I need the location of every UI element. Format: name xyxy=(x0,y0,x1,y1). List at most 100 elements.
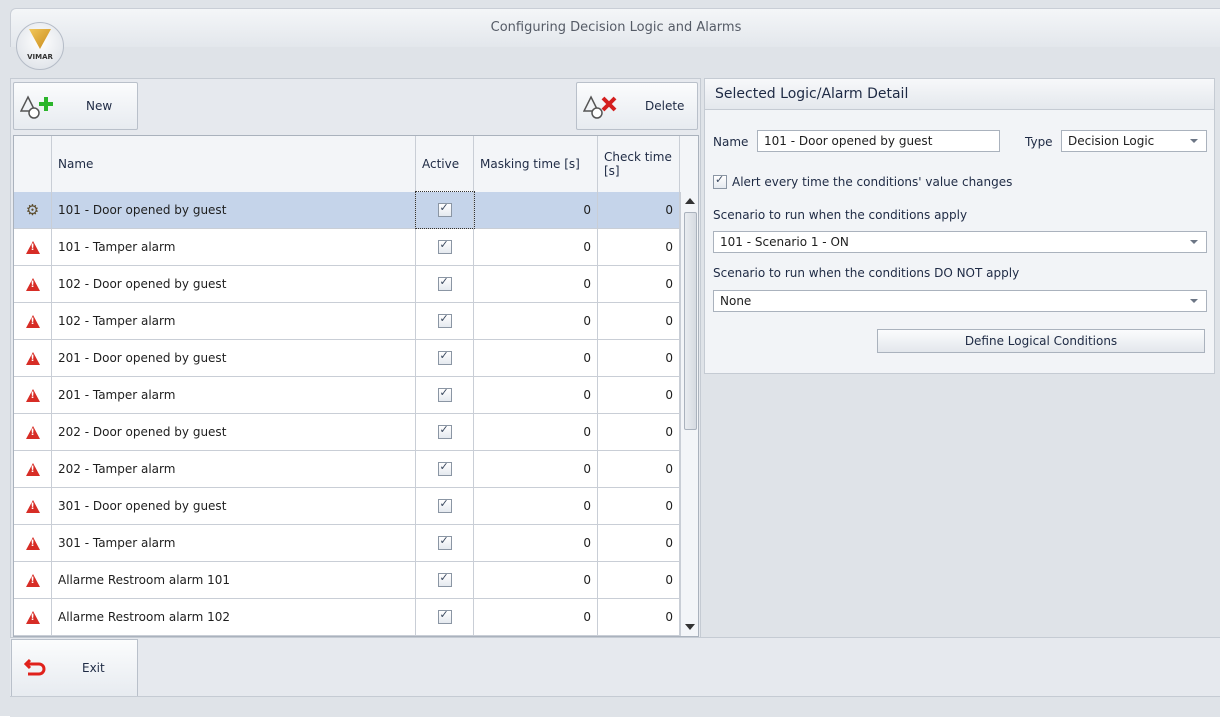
header-name[interactable]: Name xyxy=(52,136,416,192)
logo-text: VIMAR xyxy=(27,53,53,61)
row-masking-time[interactable]: 0 xyxy=(474,340,598,376)
delete-button-label: Delete xyxy=(645,99,685,113)
header-active[interactable]: Active xyxy=(416,136,474,192)
alert-checkbox[interactable] xyxy=(713,173,727,189)
name-field[interactable]: 101 - Door opened by guest xyxy=(757,130,1000,152)
table-row[interactable]: 301 - Tamper alarm 00 xyxy=(14,525,680,562)
row-name: 102 - Tamper alarm xyxy=(52,303,416,339)
row-masking-time[interactable]: 0 xyxy=(474,303,598,339)
exit-button[interactable]: Exit xyxy=(11,639,138,697)
row-name: 102 - Door opened by guest xyxy=(52,266,416,302)
table-row[interactable]: 202 - Door opened by guest 00 xyxy=(14,414,680,451)
table-row[interactable]: Allarme Restroom alarm 102 00 xyxy=(14,599,680,636)
row-check-time[interactable]: 0 xyxy=(598,266,680,302)
table-row[interactable]: Allarme Restroom alarm 101 00 xyxy=(14,562,680,599)
row-masking-time[interactable]: 0 xyxy=(474,599,598,635)
row-active-cell xyxy=(415,191,475,229)
header-masking-time[interactable]: Masking time [s] xyxy=(474,136,598,192)
row-check-time[interactable]: 0 xyxy=(598,303,680,339)
scenario-apply-label: Scenario to run when the conditions appl… xyxy=(713,208,968,222)
exit-arrow-icon xyxy=(24,658,46,676)
row-check-time[interactable]: 0 xyxy=(598,377,680,413)
table-row[interactable]: ⚙ 101 - Door opened by guest 00 xyxy=(14,191,680,229)
exit-label: Exit xyxy=(82,661,105,675)
row-masking-time[interactable]: 0 xyxy=(474,525,598,561)
grid-header: Name Active Masking time [s] Check time … xyxy=(14,136,698,193)
alert-checkbox-row[interactable]: Alert every time the conditions' value c… xyxy=(713,173,1013,189)
active-checkbox[interactable] xyxy=(437,349,452,365)
row-check-time[interactable]: 0 xyxy=(598,599,680,635)
vimar-logo[interactable]: VIMAR xyxy=(16,22,64,70)
scroll-thumb[interactable] xyxy=(684,212,697,430)
row-check-time[interactable]: 0 xyxy=(598,192,680,228)
active-checkbox[interactable] xyxy=(437,423,452,439)
row-check-time[interactable]: 0 xyxy=(598,340,680,376)
row-active-cell xyxy=(416,525,474,561)
table-row[interactable]: 102 - Door opened by guest 00 xyxy=(14,266,680,303)
add-alarm-icon xyxy=(20,95,53,119)
logo-mark-icon xyxy=(29,29,51,49)
active-checkbox[interactable] xyxy=(437,201,452,217)
detail-panel: Selected Logic/Alarm Detail Name 101 - D… xyxy=(704,78,1215,374)
scenario-apply-select[interactable]: 101 - Scenario 1 - ON xyxy=(713,231,1207,253)
table-row[interactable]: 301 - Door opened by guest 00 xyxy=(14,488,680,525)
table-row[interactable]: 202 - Tamper alarm 00 xyxy=(14,451,680,488)
scroll-up-icon[interactable] xyxy=(685,198,695,204)
row-name: 201 - Tamper alarm xyxy=(52,377,416,413)
table-row[interactable]: 201 - Tamper alarm 00 xyxy=(14,377,680,414)
define-conditions-button[interactable]: Define Logical Conditions xyxy=(877,329,1205,353)
alarm-icon xyxy=(25,425,40,439)
active-checkbox[interactable] xyxy=(437,497,452,513)
row-masking-time[interactable]: 0 xyxy=(474,229,598,265)
row-icon-cell xyxy=(14,525,52,561)
row-icon-cell xyxy=(14,599,52,635)
active-checkbox[interactable] xyxy=(437,534,452,550)
active-checkbox[interactable] xyxy=(437,238,452,254)
alarm-icon xyxy=(25,536,40,550)
delete-alarm-icon xyxy=(583,95,617,119)
detail-header: Selected Logic/Alarm Detail xyxy=(705,79,1214,110)
scenario-not-apply-select[interactable]: None xyxy=(713,290,1207,312)
row-active-cell xyxy=(416,266,474,302)
active-checkbox[interactable] xyxy=(437,386,452,402)
table-row[interactable]: 101 - Tamper alarm 00 xyxy=(14,229,680,266)
type-select[interactable]: Decision Logic xyxy=(1061,130,1207,152)
new-button-label: New xyxy=(86,99,113,113)
table-row[interactable]: 201 - Door opened by guest 00 xyxy=(14,340,680,377)
row-name: 202 - Tamper alarm xyxy=(52,451,416,487)
row-icon-cell xyxy=(14,451,52,487)
active-checkbox[interactable] xyxy=(437,571,452,587)
active-checkbox[interactable] xyxy=(437,312,452,328)
header-check-time[interactable]: Check time [s] xyxy=(598,136,680,192)
logic-icon: ⚙ xyxy=(25,201,40,219)
active-checkbox[interactable] xyxy=(437,608,452,624)
row-masking-time[interactable]: 0 xyxy=(474,266,598,302)
row-check-time[interactable]: 0 xyxy=(598,562,680,598)
row-check-time[interactable]: 0 xyxy=(598,451,680,487)
active-checkbox[interactable] xyxy=(437,460,452,476)
alarm-icon xyxy=(25,314,40,328)
row-masking-time[interactable]: 0 xyxy=(474,451,598,487)
title-bar: Configuring Decision Logic and Alarms xyxy=(10,8,1220,47)
grid-scrollbar[interactable] xyxy=(680,192,698,636)
new-button[interactable]: New xyxy=(13,82,138,130)
row-masking-time[interactable]: 0 xyxy=(474,192,598,228)
row-check-time[interactable]: 0 xyxy=(598,525,680,561)
delete-button[interactable]: Delete xyxy=(576,82,698,130)
row-masking-time[interactable]: 0 xyxy=(474,488,598,524)
active-checkbox[interactable] xyxy=(437,275,452,291)
row-name: Allarme Restroom alarm 101 xyxy=(52,562,416,598)
alert-label: Alert every time the conditions' value c… xyxy=(732,175,1013,189)
row-masking-time[interactable]: 0 xyxy=(474,377,598,413)
table-row[interactable]: 102 - Tamper alarm 00 xyxy=(14,303,680,340)
row-masking-time[interactable]: 0 xyxy=(474,414,598,450)
scenario-not-apply-value: None xyxy=(720,294,752,308)
scroll-down-icon[interactable] xyxy=(685,624,695,630)
row-masking-time[interactable]: 0 xyxy=(474,562,598,598)
row-check-time[interactable]: 0 xyxy=(598,229,680,265)
row-check-time[interactable]: 0 xyxy=(598,488,680,524)
row-check-time[interactable]: 0 xyxy=(598,414,680,450)
bottom-bar: Exit xyxy=(10,637,1220,697)
type-label: Type xyxy=(1025,135,1053,149)
row-name: 101 - Door opened by guest xyxy=(52,192,416,228)
